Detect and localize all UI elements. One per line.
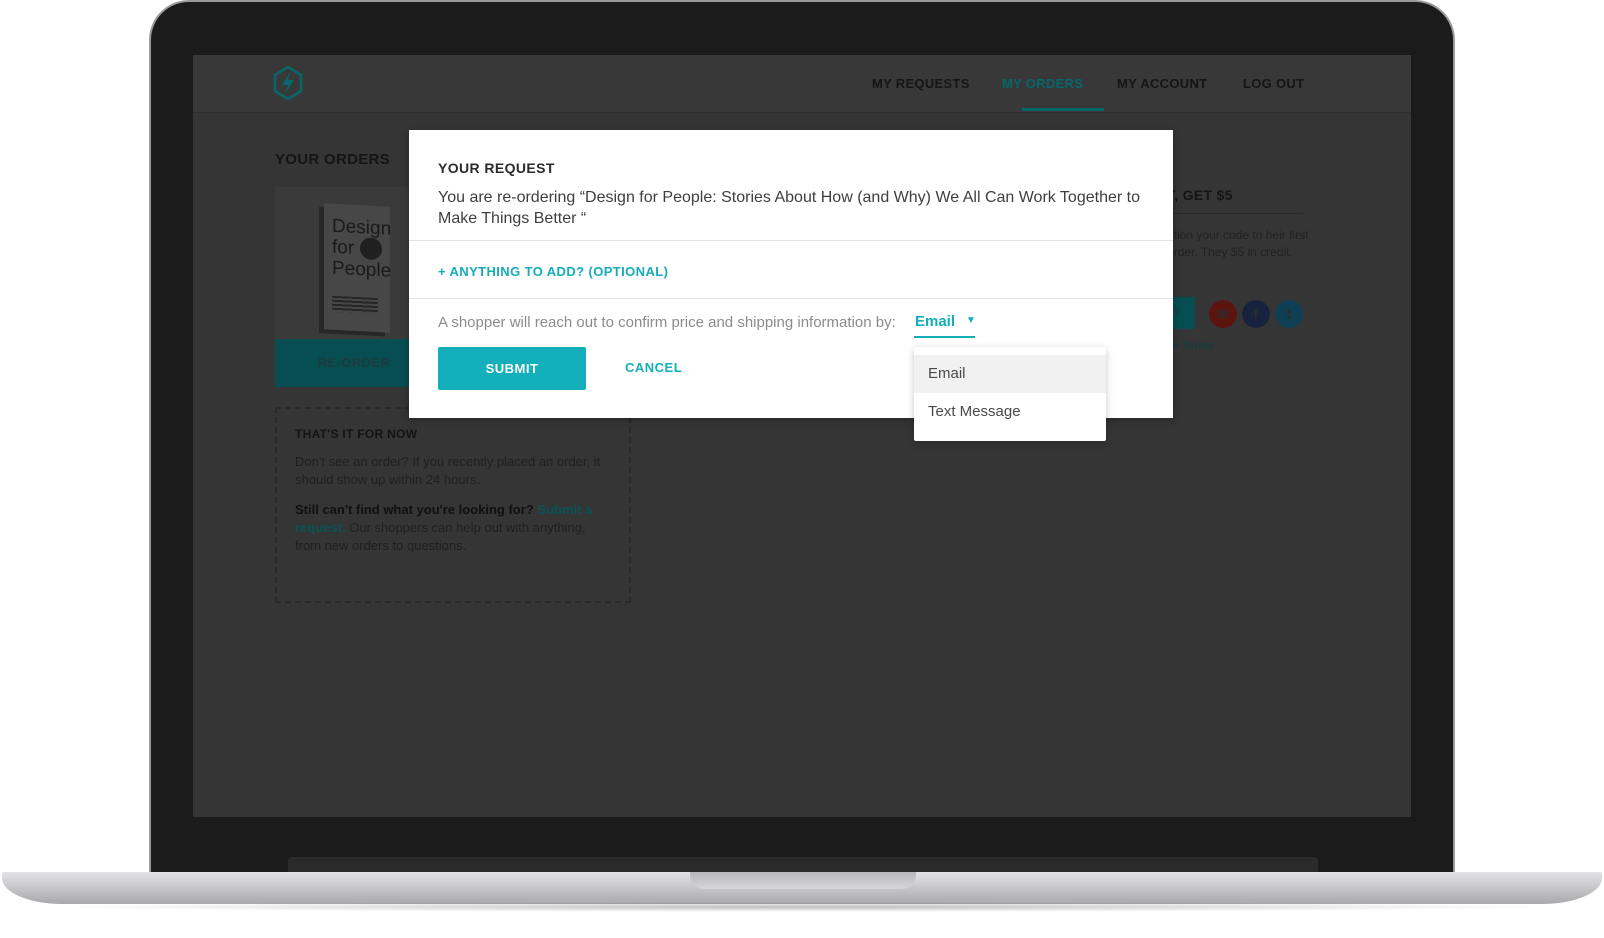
modal-header: YOUR REQUEST You are re-ordering “Design… <box>409 130 1173 241</box>
option-label: Email <box>928 365 966 382</box>
laptop-hinge <box>288 857 1318 873</box>
referral-title: T, GET $5 <box>1167 187 1233 203</box>
option-label: Text Message <box>928 403 1021 420</box>
add-note-link[interactable]: + ANYTHING TO ADD? (OPTIONAL) <box>438 264 668 279</box>
cancel-button[interactable]: CANCEL <box>625 360 682 375</box>
modal-description: You are re-ordering “Design for People: … <box>438 189 1140 227</box>
contact-method-value: Email <box>915 313 956 330</box>
referral-divider <box>1167 213 1303 214</box>
laptop-notch <box>690 872 916 889</box>
notice-question: Still can't find what you're looking for… <box>295 502 534 517</box>
optional-note-row: + ANYTHING TO ADD? (OPTIONAL) <box>409 241 1173 299</box>
contact-method-dropdown: Email Text Message <box>914 347 1106 441</box>
twitter-icon[interactable]: t <box>1275 300 1303 328</box>
submit-button[interactable]: SUBMIT <box>438 347 586 390</box>
nav-my-account[interactable]: MY ACCOUNT <box>1117 76 1207 91</box>
empty-notice: THAT'S IT FOR NOW Don't see an order? If… <box>275 407 631 603</box>
caret-down-icon: ▼ <box>966 315 976 326</box>
book-cover-circle <box>360 237 382 261</box>
screen: MY REQUESTS MY ORDERS MY ACCOUNT LOG OUT… <box>193 55 1411 817</box>
navbar: MY REQUESTS MY ORDERS MY ACCOUNT LOG OUT <box>193 55 1411 113</box>
notice-text: Don't see an order? If you recently plac… <box>295 454 601 487</box>
confirm-contact-text: A shopper will reach out to confirm pric… <box>438 314 896 331</box>
contact-method-select[interactable]: Email ▼ <box>914 312 976 338</box>
laptop-shadow <box>40 902 1564 912</box>
book-cover-image: Design for People <box>324 203 392 333</box>
orders-title: YOUR ORDERS <box>275 151 390 168</box>
book-cover-text-lines <box>332 295 378 315</box>
facebook-icon[interactable]: f <box>1242 300 1270 328</box>
notice-title: THAT'S IT FOR NOW <box>295 427 418 441</box>
book-title-line: People <box>332 257 392 282</box>
lightning-logo-icon[interactable] <box>273 66 303 100</box>
option-text-message[interactable]: Text Message <box>914 393 1106 431</box>
modal-title: YOUR REQUEST <box>438 160 555 176</box>
nav-active-underline <box>1022 108 1104 111</box>
nav-my-requests[interactable]: MY REQUESTS <box>872 76 970 91</box>
nav-log-out[interactable]: LOG OUT <box>1243 76 1304 91</box>
option-email[interactable]: Email <box>914 355 1106 393</box>
nav-my-orders[interactable]: MY ORDERS <box>1002 76 1083 91</box>
share-message-icon[interactable]: ✉ <box>1209 300 1237 328</box>
referral-text: ntion your code to heir first order. The… <box>1167 228 1309 259</box>
